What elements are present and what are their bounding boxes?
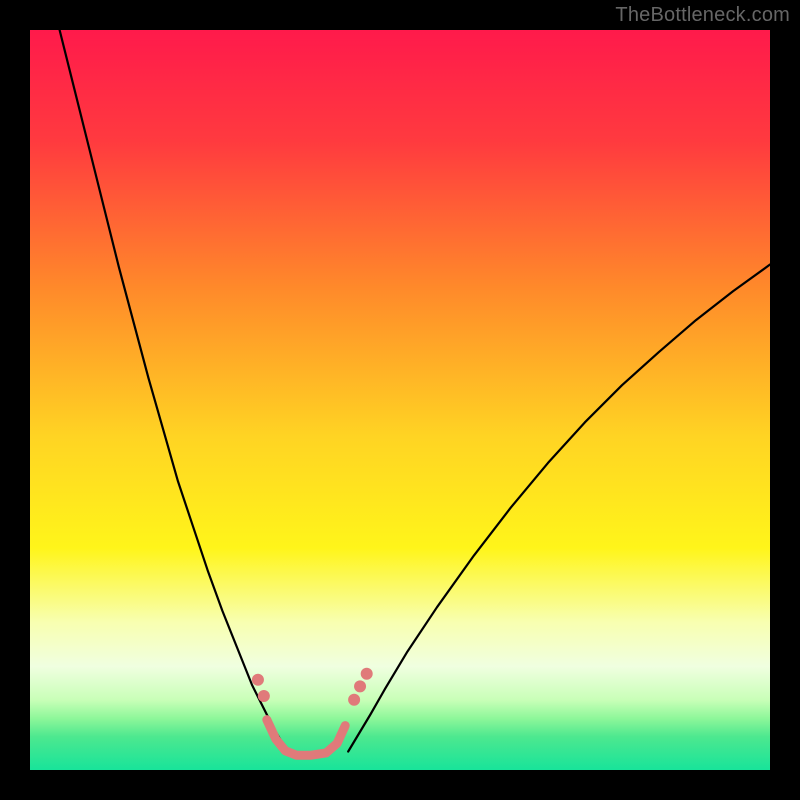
watermark-text: TheBottleneck.com bbox=[615, 4, 790, 27]
bottleneck-chart bbox=[30, 30, 770, 770]
gradient-background bbox=[30, 30, 770, 770]
highlight-right-dot-1 bbox=[354, 680, 366, 692]
highlight-right-dot-2 bbox=[361, 668, 373, 680]
highlight-left-dot-0 bbox=[252, 674, 264, 686]
plot-area bbox=[30, 30, 770, 770]
highlight-left-dot-1 bbox=[258, 690, 270, 702]
highlight-right-dot-0 bbox=[348, 694, 360, 706]
chart-frame: TheBottleneck.com bbox=[0, 0, 800, 800]
